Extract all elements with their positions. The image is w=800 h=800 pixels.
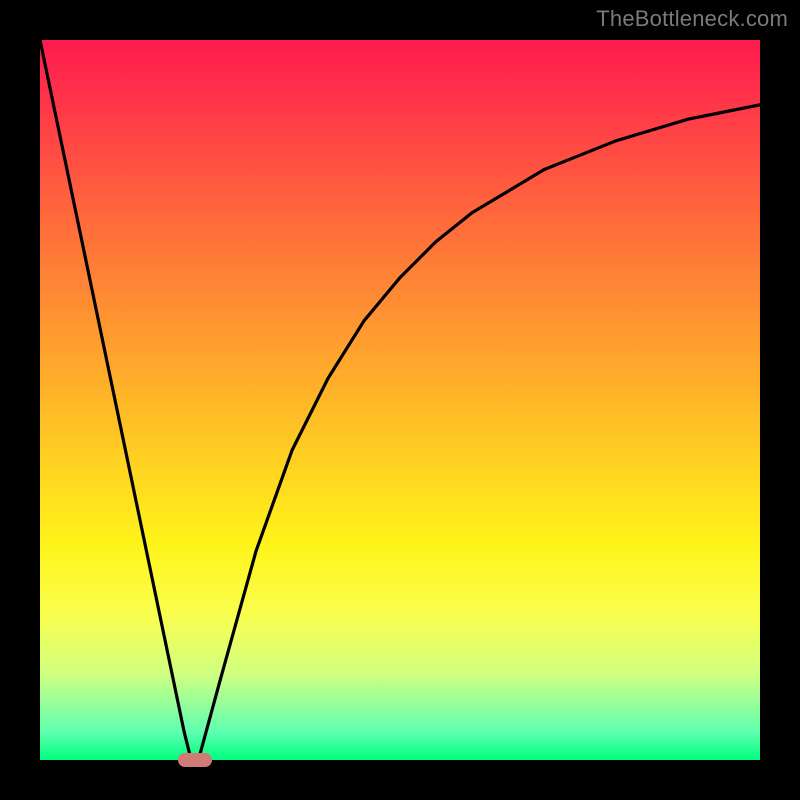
- curve-svg: [40, 40, 760, 760]
- watermark-text: TheBottleneck.com: [596, 6, 788, 32]
- optimal-point-marker: [178, 753, 212, 767]
- chart-frame: TheBottleneck.com: [0, 0, 800, 800]
- plot-area: [40, 40, 760, 760]
- bottleneck-curve: [40, 40, 760, 760]
